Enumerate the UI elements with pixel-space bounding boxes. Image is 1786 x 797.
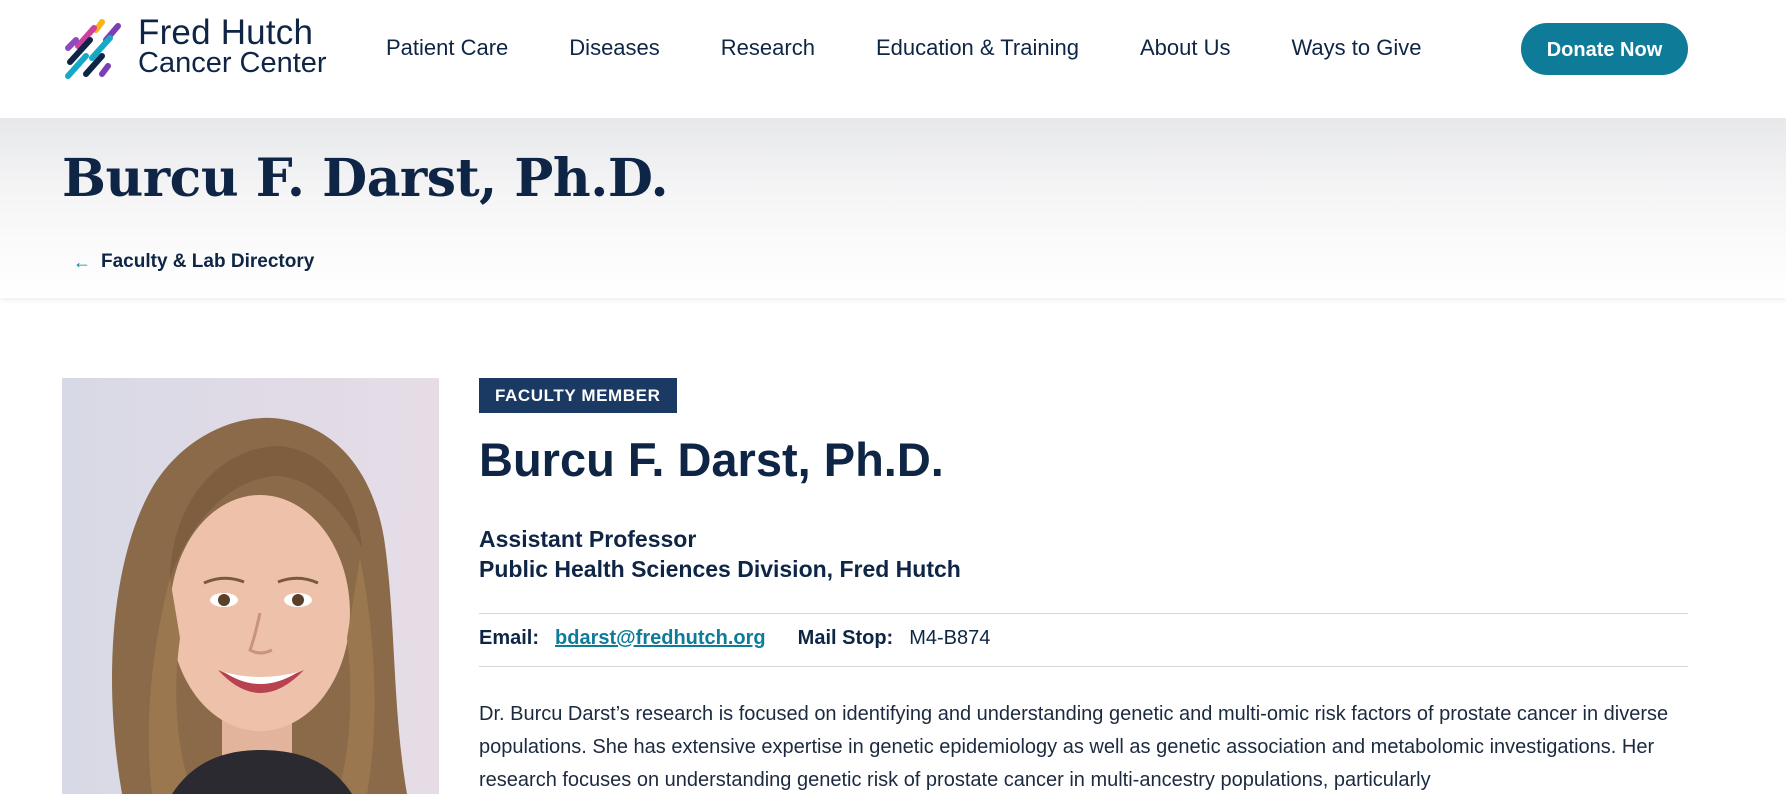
back-link-label: Faculty & Lab Directory [101,251,315,272]
arrow-left-icon: ← [73,251,91,272]
nav-about-us[interactable]: About Us [1140,33,1231,63]
nav-diseases[interactable]: Diseases [569,33,659,63]
logo-mark-icon [65,19,121,79]
logo-line-2: Cancer Center [138,47,327,79]
profile-role: Assistant Professor Public Health Scienc… [479,524,961,584]
contact-info: Email: bdarst@fredhutch.org Mail Stop: M… [479,627,990,650]
profile-name: Burcu F. Darst, Ph.D. [479,433,944,486]
profile-bio: Dr. Burcu Darst’s research is focused on… [479,703,1669,791]
profile-division: Public Health Sciences Division, Fred Hu… [479,556,961,582]
contact-divider-bottom [479,666,1688,667]
profile-photo [62,378,439,794]
logo-line-1: Fred Hutch [138,13,314,52]
site-header: Fred Hutch Cancer Center Patient Care Di… [0,0,1786,118]
contact-divider-top [479,613,1688,614]
email-label: Email: [479,627,540,649]
main-nav: Patient Care Diseases Research Education… [386,33,1482,63]
portrait-image [62,378,439,794]
nav-education-training[interactable]: Education & Training [876,33,1079,63]
nav-patient-care[interactable]: Patient Care [386,33,508,63]
nav-ways-to-give[interactable]: Ways to Give [1291,33,1421,63]
mail-stop-value: M4-B874 [909,627,991,649]
page-title: Burcu F. Darst, Ph.D. [62,148,669,209]
faculty-member-badge: FACULTY MEMBER [479,378,677,413]
nav-research[interactable]: Research [721,33,815,63]
back-to-directory-link[interactable]: ← Faculty & Lab Directory [73,251,314,273]
profile-title: Assistant Professor [479,526,697,552]
fred-hutch-logo[interactable]: Fred Hutch Cancer Center [62,13,342,84]
mail-stop-label: Mail Stop: [797,627,894,649]
logo-wordmark: Fred Hutch Cancer Center [138,13,327,79]
donate-now-button[interactable]: Donate Now [1521,23,1688,75]
email-link[interactable]: bdarst@fredhutch.org [555,627,766,650]
